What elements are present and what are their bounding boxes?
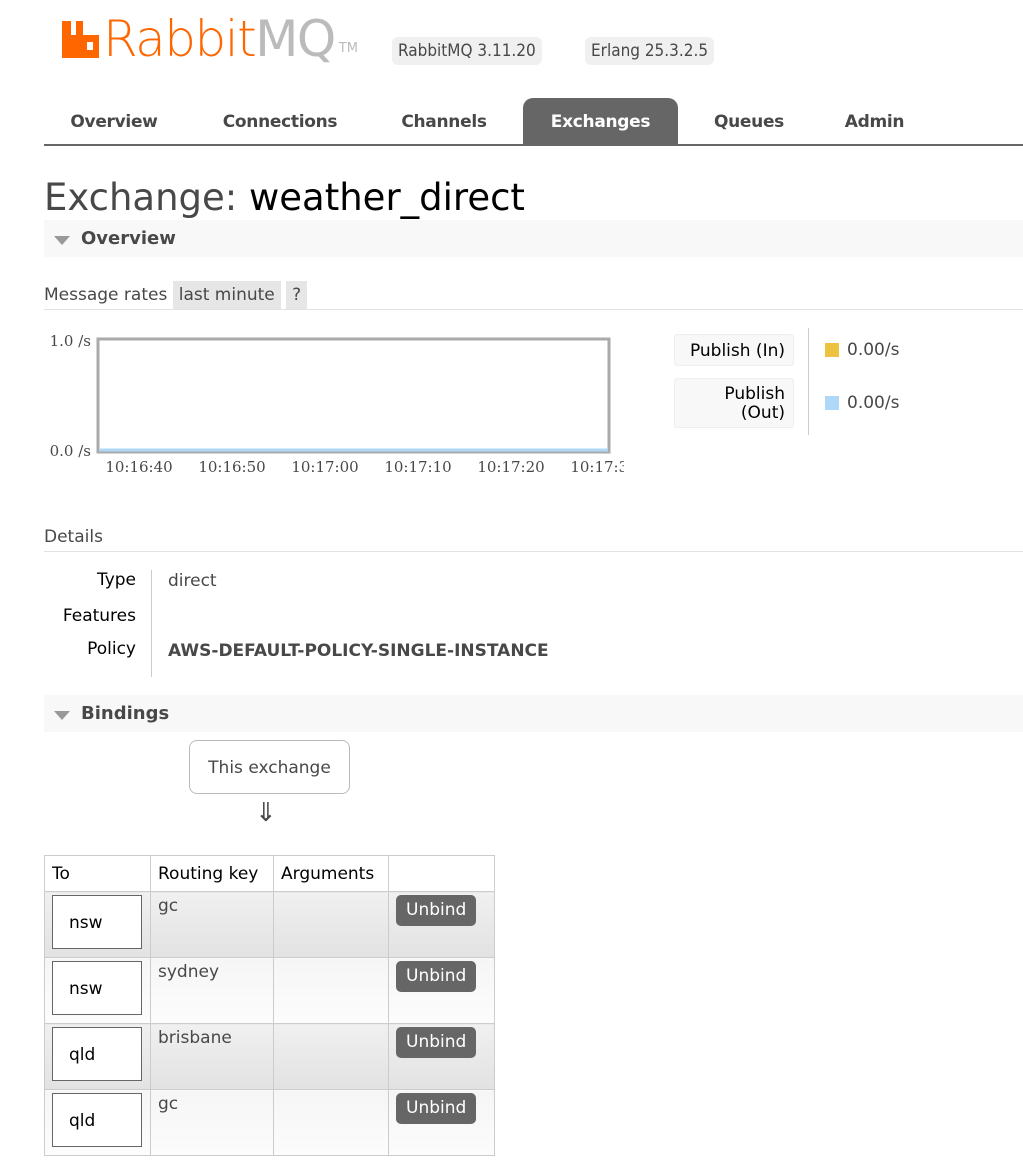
x-tick-label: 10:16:40 [105,458,172,476]
publish-in-rate: 0.00/s [847,340,900,360]
page-title-prefix: Exchange: [44,176,238,219]
x-tick-label: 10:17:30 [570,458,624,476]
table-row: nsw sydney Unbind [44,957,495,1024]
column-header-routing-key: Routing key [150,855,274,892]
to-cell: nsw [44,957,151,1024]
column-header-to: To [44,855,151,892]
destination-queue-link[interactable]: qld [52,1093,142,1147]
chart-svg: 1.0 /s 0.0 /s 10:16:40 10:16:50 10:17:00 10:… [50,332,638,476]
to-cell: qld [44,1023,151,1090]
bindings-section-label: Bindings [81,703,170,724]
erlang-version-badge: Erlang 25.3.2.5 [585,37,715,65]
action-cell: Unbind [388,1089,495,1156]
message-rates-chart: 1.0 /s 0.0 /s 10:16:40 10:16:50 10:17:00 10:… [44,330,638,480]
arguments-cell [273,957,389,1024]
message-rates-label: Message rates [44,285,168,305]
y-tick-label: 0.0 /s [50,442,91,460]
action-cell: Unbind [388,891,495,958]
legend-label-publish-out-text: Publish (Out) [724,384,785,423]
action-cell: Unbind [388,957,495,1024]
page-title: Exchange: weather_direct [44,175,525,221]
legend-value-publish-out: 0.00/s [825,393,899,413]
column-header-actions [388,855,495,892]
destination-queue-link[interactable]: nsw [52,895,142,949]
routing-key-cell: brisbane [150,1023,274,1090]
x-tick-label: 10:17:10 [384,458,451,476]
tab-channels[interactable]: Channels [379,98,509,144]
tab-overview[interactable]: Overview [44,98,184,144]
details-divider [151,570,152,677]
table-row: nsw gc Unbind [44,891,495,958]
main-nav-tabs: Overview Connections Channels Exchanges … [44,98,1023,146]
down-double-arrow-icon: ⇓ [255,798,277,828]
collapse-triangle-icon [54,711,70,720]
plot-area [96,337,611,454]
rabbitmq-logo[interactable]: Rabbit MQ TM [62,14,358,64]
detail-value-type: direct [168,571,217,591]
details-label: Details [44,527,1023,552]
detail-value-policy[interactable]: AWS-DEFAULT-POLICY-SINGLE-INSTANCE [168,641,549,661]
x-tick-label: 10:16:50 [198,458,265,476]
unbind-button[interactable]: Unbind [396,961,477,992]
to-cell: nsw [44,891,151,958]
y-tick-label: 1.0 /s [50,332,91,350]
message-rates-header: Message rates last minute ? [44,281,1023,310]
routing-key-cell: gc [150,891,274,958]
this-exchange-box: This exchange [189,740,350,794]
tab-connections[interactable]: Connections [204,98,356,144]
detail-key-policy: Policy [87,639,136,659]
rabbitmq-version-badge: RabbitMQ 3.11.20 [392,37,542,65]
routing-key-cell: gc [150,1089,274,1156]
overview-section-label: Overview [81,228,176,249]
column-header-arguments: Arguments [273,855,389,892]
x-tick-label: 10:17:20 [477,458,544,476]
legend-label-publish-in: Publish (In) [674,334,794,366]
overview-section-toggle[interactable]: Overview [44,220,1023,257]
destination-queue-link[interactable]: nsw [52,961,142,1015]
legend-swatch-publish-out [825,396,839,410]
table-row: qld brisbane Unbind [44,1023,495,1090]
tab-admin[interactable]: Admin [827,98,922,144]
publish-out-rate: 0.00/s [847,393,900,413]
arguments-cell [273,1089,389,1156]
legend-value-publish-in: 0.00/s [825,340,899,360]
unbind-button[interactable]: Unbind [396,895,477,926]
arguments-cell [273,1023,389,1090]
to-cell: qld [44,1089,151,1156]
logo-word-mq: MQ [255,10,336,68]
table-header-row: To Routing key Arguments [44,855,495,892]
action-cell: Unbind [388,1023,495,1090]
legend-label-publish-out: Publish (Out) [674,378,794,428]
legend-divider [808,328,809,435]
exchange-name: weather_direct [249,176,525,219]
detail-key-features: Features [62,606,136,626]
arguments-cell [273,891,389,958]
range-selector[interactable]: last minute [172,281,281,309]
tab-queues[interactable]: Queues [699,98,799,144]
collapse-triangle-icon [54,236,70,245]
detail-key-type: Type [96,570,136,590]
table-row: qld gc Unbind [44,1089,495,1156]
logo-word-rabbit: Rabbit [103,10,257,68]
bindings-section-toggle[interactable]: Bindings [44,695,1023,732]
unbind-button[interactable]: Unbind [396,1027,477,1058]
trademark-mark: TM [338,41,358,56]
destination-queue-link[interactable]: qld [52,1027,142,1081]
routing-key-cell: sydney [150,957,274,1024]
help-button[interactable]: ? [286,281,308,309]
legend-swatch-publish-in [825,343,839,357]
bindings-table: To Routing key Arguments nsw gc Unbind n… [44,855,495,1156]
tab-exchanges[interactable]: Exchanges [523,98,678,144]
rabbit-logo-icon [62,21,99,58]
unbind-button[interactable]: Unbind [396,1093,477,1124]
x-tick-label: 10:17:00 [291,458,358,476]
